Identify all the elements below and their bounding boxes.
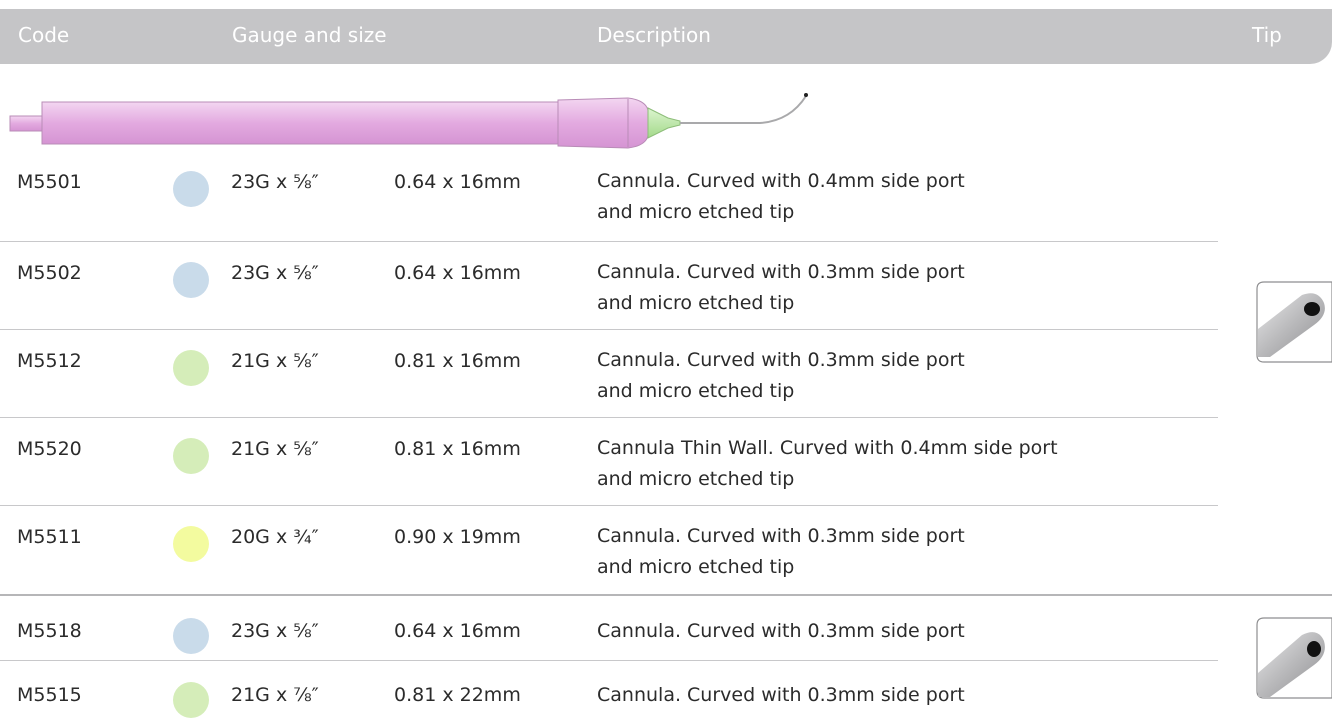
yellow-hub-swatch	[173, 526, 209, 562]
group-divider	[0, 594, 1332, 596]
row-gauge: 21G x ⅝″	[231, 350, 319, 372]
description-line-2: and micro etched tip	[597, 468, 795, 490]
header-gauge-size: Gauge and size	[232, 23, 387, 47]
row-divider	[0, 417, 1218, 418]
row-description: Cannula. Curved with 0.3mm side port	[597, 620, 965, 642]
blue-hub-swatch	[173, 618, 209, 654]
description-line-2: and micro etched tip	[597, 201, 795, 223]
row-description: Cannula. Curved with 0.4mm side port and…	[597, 166, 965, 228]
green-hub-swatch	[173, 682, 209, 718]
row-divider	[0, 241, 1218, 242]
row-gauge: 23G x ⅝″	[231, 262, 319, 284]
row-code: M5518	[17, 620, 82, 642]
row-description: Cannula. Curved with 0.3mm side port and…	[597, 345, 965, 407]
description-line-1: Cannula. Curved with 0.3mm side port	[597, 349, 965, 371]
side-port-tip-icon	[1256, 281, 1332, 363]
row-description: Cannula. Curved with 0.3mm side port and…	[597, 257, 965, 319]
row-code: M5511	[17, 526, 82, 548]
row-code: M5515	[17, 684, 82, 706]
description-line-2: and micro etched tip	[597, 380, 795, 402]
row-divider	[0, 329, 1218, 330]
row-metric: 0.81 x 16mm	[394, 438, 521, 460]
row-description: Cannula Thin Wall. Curved with 0.4mm sid…	[597, 433, 1058, 495]
row-divider	[0, 505, 1218, 506]
row-metric: 0.81 x 16mm	[394, 350, 521, 372]
row-description: Cannula. Curved with 0.3mm side port	[597, 684, 965, 706]
table-header: Code Gauge and size Description Tip	[0, 9, 1332, 64]
description-line-1: Cannula Thin Wall. Curved with 0.4mm sid…	[597, 437, 1058, 459]
description-line-2: and micro etched tip	[597, 292, 795, 314]
row-gauge: 20G x ¾″	[231, 526, 319, 548]
header-tip: Tip	[1252, 23, 1282, 47]
header-code: Code	[18, 23, 70, 47]
row-code: M5520	[17, 438, 82, 460]
row-metric: 0.64 x 16mm	[394, 262, 521, 284]
row-metric: 0.64 x 16mm	[394, 620, 521, 642]
row-metric: 0.90 x 19mm	[394, 526, 521, 548]
curved-cannula-illustration	[9, 93, 808, 149]
blue-hub-swatch	[173, 171, 209, 207]
description-line-1: Cannula. Curved with 0.3mm side port	[597, 525, 965, 547]
header-description: Description	[597, 23, 711, 47]
blue-hub-swatch	[173, 262, 209, 298]
green-hub-swatch	[173, 438, 209, 474]
side-port-tip-icon	[1256, 617, 1332, 699]
row-code: M5512	[17, 350, 82, 372]
row-divider	[0, 660, 1218, 661]
row-metric: 0.81 x 22mm	[394, 684, 521, 706]
row-code: M5501	[17, 171, 82, 193]
row-gauge: 23G x ⅝″	[231, 171, 319, 193]
description-line-1: Cannula. Curved with 0.4mm side port	[597, 170, 965, 192]
description-line-1: Cannula. Curved with 0.3mm side port	[597, 261, 965, 283]
row-gauge: 23G x ⅝″	[231, 620, 319, 642]
row-gauge: 21G x ⅝″	[231, 438, 319, 460]
row-code: M5502	[17, 262, 82, 284]
row-gauge: 21G x ⅞″	[231, 684, 319, 706]
row-metric: 0.64 x 16mm	[394, 171, 521, 193]
row-description: Cannula. Curved with 0.3mm side port and…	[597, 521, 965, 583]
description-line-2: and micro etched tip	[597, 556, 795, 578]
green-hub-swatch	[173, 350, 209, 386]
